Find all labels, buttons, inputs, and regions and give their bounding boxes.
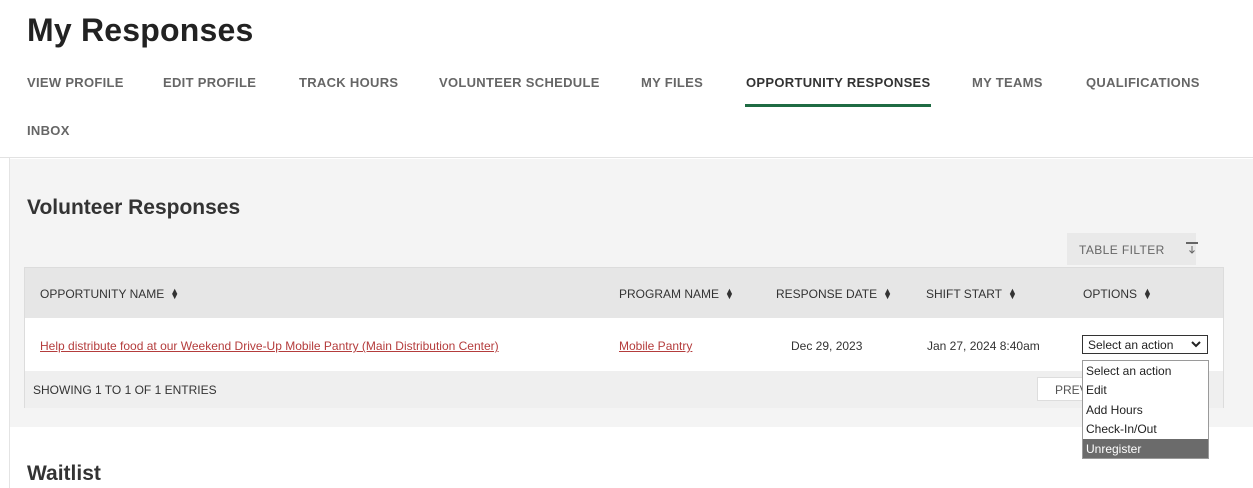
section-title-volunteer-responses: Volunteer Responses	[27, 196, 241, 219]
table-filter-label: TABLE FILTER	[1079, 243, 1165, 257]
shift-start: Jan 27, 2024 8:40am	[927, 339, 1040, 353]
column-header-label: OPTIONS	[1083, 287, 1138, 301]
filter-icon	[1186, 242, 1198, 254]
chevron-down-icon	[1191, 341, 1201, 348]
section-title-waitlist: Waitlist	[27, 462, 101, 485]
table-footer: SHOWING 1 TO 1 OF 1 ENTRIES PREV	[25, 371, 1223, 408]
active-tab-underline	[745, 104, 931, 107]
column-header-response-date[interactable]: RESPONSE DATE ▲ ▼	[776, 285, 893, 301]
table-header-row: OPPORTUNITY NAME ▲ ▼ PROGRAM NAME ▲ ▼ RESPON…	[25, 268, 1223, 318]
tab-track-hours[interactable]: TRACK HOURS	[299, 75, 398, 90]
sort-icon: ▲ ▼	[725, 285, 734, 301]
action-dropdown-menu: Select an action Edit Add Hours Check-In…	[1082, 360, 1209, 459]
tab-opportunity-responses[interactable]: OPPORTUNITY RESPONSES	[746, 75, 931, 90]
column-header-label: RESPONSE DATE	[776, 287, 878, 301]
table-filter-button[interactable]: TABLE FILTER	[1067, 233, 1198, 265]
response-date: Dec 29, 2023	[791, 339, 863, 353]
column-header-program-name[interactable]: PROGRAM NAME ▲ ▼	[619, 285, 734, 301]
action-select[interactable]: Select an action	[1082, 335, 1208, 354]
opportunity-name-link[interactable]: Help distribute food at our Weekend Driv…	[40, 339, 499, 353]
option-select-an-action[interactable]: Select an action	[1083, 361, 1208, 380]
option-unregister[interactable]: Unregister	[1083, 439, 1208, 458]
page-header: My Responses VIEW PROFILE EDIT PROFILE T…	[0, 0, 1253, 158]
column-header-label: SHIFT START	[926, 287, 1003, 301]
option-check-in-out[interactable]: Check-In/Out	[1083, 419, 1208, 438]
table-row: Help distribute food at our Weekend Driv…	[25, 318, 1223, 371]
option-edit[interactable]: Edit	[1083, 380, 1208, 399]
sort-icon: ▲ ▼	[883, 285, 893, 301]
entries-count: SHOWING 1 TO 1 OF 1 ENTRIES	[33, 383, 217, 397]
column-header-label: OPPORTUNITY NAME	[40, 287, 165, 301]
column-header-shift-start[interactable]: SHIFT START ▲ ▼	[926, 285, 1017, 301]
tab-edit-profile[interactable]: EDIT PROFILE	[163, 75, 256, 90]
action-select-value: Select an action	[1088, 338, 1174, 352]
column-header-options[interactable]: OPTIONS ▲ ▼	[1083, 285, 1152, 301]
option-add-hours[interactable]: Add Hours	[1083, 400, 1208, 419]
tab-view-profile[interactable]: VIEW PROFILE	[27, 75, 124, 90]
sort-icon: ▲ ▼	[170, 285, 180, 301]
column-header-opportunity-name[interactable]: OPPORTUNITY NAME ▲ ▼	[40, 285, 180, 301]
sort-icon: ▲ ▼	[1143, 285, 1152, 301]
sort-icon: ▲ ▼	[1008, 285, 1017, 301]
tab-inbox[interactable]: INBOX	[27, 123, 70, 138]
tab-my-files[interactable]: MY FILES	[641, 75, 703, 90]
tab-my-teams[interactable]: MY TEAMS	[972, 75, 1043, 90]
column-header-label: PROGRAM NAME	[619, 287, 720, 301]
program-name-link[interactable]: Mobile Pantry	[619, 339, 692, 353]
tab-volunteer-schedule[interactable]: VOLUNTEER SCHEDULE	[439, 75, 600, 90]
page-title: My Responses	[27, 12, 254, 48]
tab-qualifications[interactable]: QUALIFICATIONS	[1086, 75, 1200, 90]
responses-table: OPPORTUNITY NAME ▲ ▼ PROGRAM NAME ▲ ▼ RESPON…	[24, 267, 1224, 408]
